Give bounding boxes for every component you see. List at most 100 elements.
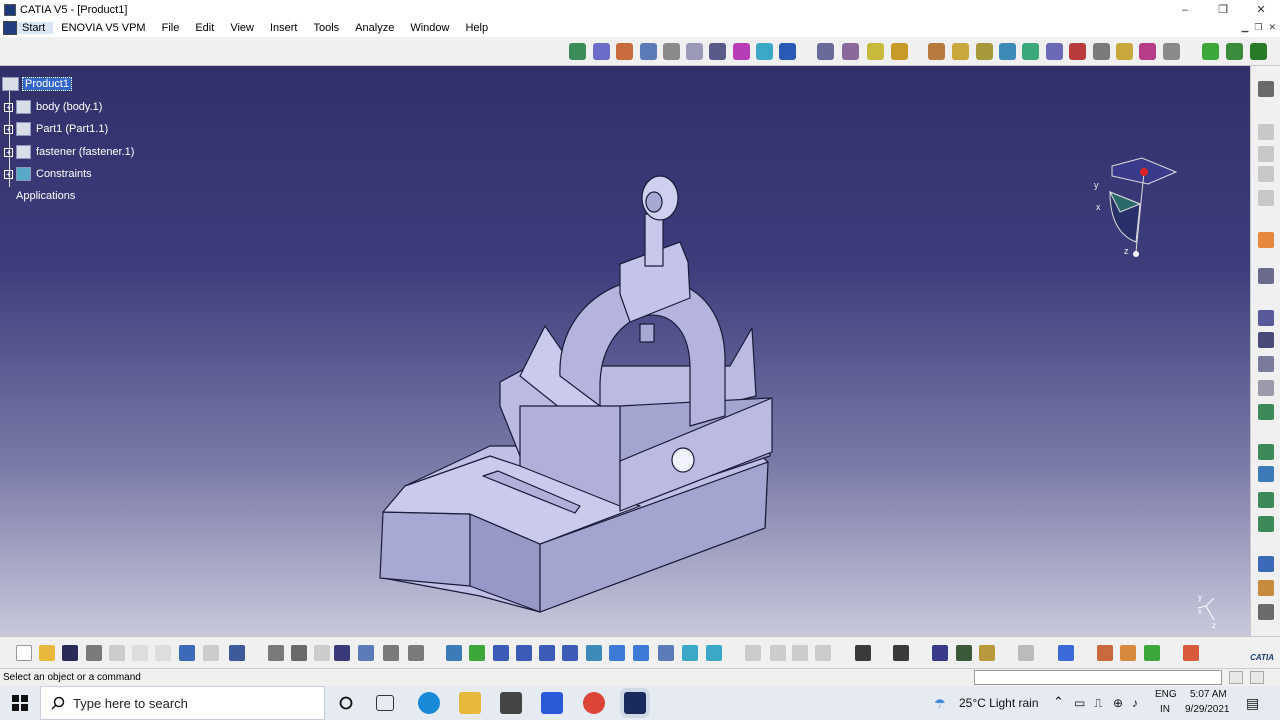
clash-icon[interactable] [1258,580,1274,596]
compile-icon[interactable] [956,645,972,661]
expand-icon[interactable]: + [4,102,13,112]
measure-item-icon[interactable] [770,645,786,661]
tree-item-label[interactable]: fastener (fastener.1) [34,146,136,158]
knowledge-icon[interactable] [383,645,399,661]
pocket-icon[interactable] [1258,190,1274,206]
doc-minimize-button[interactable]: ▁ [1241,22,1248,33]
windows-start-button[interactable] [0,686,40,720]
render-icon[interactable] [1097,645,1113,661]
view-icon[interactable] [1258,380,1274,396]
change-constraint-icon[interactable] [1116,43,1133,60]
fix-together-icon[interactable] [1046,43,1063,60]
lock-icon[interactable] [314,645,330,661]
new-part-icon[interactable] [640,43,657,60]
environment-icon[interactable] [1144,645,1160,661]
material-icon[interactable] [1058,645,1074,661]
new-component-icon[interactable] [593,43,610,60]
maximize-button[interactable]: ❐ [1204,0,1242,19]
scene-icon[interactable] [1258,444,1274,460]
menu-enovia[interactable]: ENOVIA V5 VPM [53,22,153,34]
flag-note-icon[interactable] [1258,356,1274,372]
save-icon[interactable] [62,645,78,661]
update-icon[interactable] [1163,43,1180,60]
zoom-in-icon[interactable] [539,645,555,661]
swap-visible-space-icon[interactable] [706,645,722,661]
measure-between-icon[interactable] [745,645,761,661]
expand-icon[interactable]: + [4,169,13,179]
tree-item-applications[interactable]: Applications [14,188,77,204]
chrome-icon[interactable] [583,692,605,714]
tree-item-label[interactable]: Part1 (Part1.1) [34,123,110,135]
menu-window[interactable]: Window [402,22,457,34]
multi-view-icon[interactable] [609,645,625,661]
contact-constraint-icon[interactable] [952,43,969,60]
paste-icon[interactable] [155,645,171,661]
compass-widget[interactable]: y x z [1090,152,1180,262]
clock-time[interactable]: 5:07 AM [1190,689,1227,700]
compass-handle[interactable] [1140,168,1148,176]
compass-base[interactable] [1133,251,1139,257]
file-explorer-icon[interactable] [459,692,481,714]
workbench-icon-1[interactable] [1202,43,1219,60]
constraints-toggle-icon[interactable] [1258,81,1274,97]
tree-item-constraints[interactable]: + Constraints [4,166,94,182]
normal-view-icon[interactable] [586,645,602,661]
menu-help[interactable]: Help [457,22,496,34]
redo-icon[interactable] [203,645,219,661]
cut-icon[interactable] [109,645,125,661]
refresh-icon[interactable] [1018,645,1034,661]
shading-icon[interactable] [658,645,674,661]
product-structure-icon[interactable] [569,43,586,60]
select-icon[interactable] [1258,232,1274,248]
space-analysis-icon[interactable] [1258,556,1274,572]
distance-band-icon[interactable] [932,645,948,661]
grid-icon[interactable] [334,645,350,661]
measure-inertia-icon[interactable] [792,645,808,661]
existing-component-icon[interactable] [663,43,680,60]
doc-restore-button[interactable]: ❐ [1254,22,1262,33]
offset-constraint-icon[interactable] [976,43,993,60]
catia-taskbar-icon[interactable] [624,692,646,714]
undo-icon[interactable] [179,645,195,661]
volume-icon[interactable]: ♪ [1132,696,1138,710]
fix-component-icon[interactable] [1022,43,1039,60]
globe-icon[interactable]: ⊕ [1113,696,1123,710]
coincidence-constraint-icon[interactable] [928,43,945,60]
iso-view-icon[interactable] [633,645,649,661]
cortana-icon[interactable] [339,696,353,710]
battery-icon[interactable]: ▭ [1074,696,1085,710]
snap-icon[interactable] [842,43,859,60]
language-bottom[interactable]: IN [1160,704,1170,715]
assembly-feature-icon[interactable] [1258,124,1274,140]
zoom-out-icon[interactable] [562,645,578,661]
manipulation-icon[interactable] [817,43,834,60]
chevron-up-icon[interactable]: ⌃ [1053,694,1064,710]
swap-icon[interactable] [408,645,424,661]
mail-icon[interactable] [500,692,522,714]
text-icon[interactable] [1258,332,1274,348]
tree-item-label[interactable]: Constraints [34,168,94,180]
generate-numbering-icon[interactable] [733,43,750,60]
split-icon[interactable] [1258,146,1274,162]
menu-edit[interactable]: Edit [187,22,222,34]
replace-component-icon[interactable] [686,43,703,60]
catalog-icon[interactable] [1258,404,1274,420]
weather-text[interactable]: 25°C Light rain [959,696,1039,710]
stop-manipulate-icon[interactable] [891,43,908,60]
multi-instantiation-icon[interactable] [779,43,796,60]
analyze-icon[interactable] [1258,516,1274,532]
tree-item-product1[interactable]: Product1 [2,76,73,92]
grid-snap-icon[interactable] [1183,645,1199,661]
whiteboard-icon[interactable] [541,692,563,714]
manage-representations-icon[interactable] [756,43,773,60]
open-icon[interactable] [39,645,55,661]
expand-icon[interactable]: + [4,147,13,157]
fit-all-icon[interactable] [469,645,485,661]
bottle-icon[interactable] [979,645,995,661]
menu-analyze[interactable]: Analyze [347,22,402,34]
minimize-button[interactable]: – [1166,0,1204,19]
task-view-icon[interactable] [376,695,394,711]
menu-file[interactable]: File [154,22,188,34]
lights-icon[interactable] [1120,645,1136,661]
menu-start[interactable]: Start [17,22,54,34]
